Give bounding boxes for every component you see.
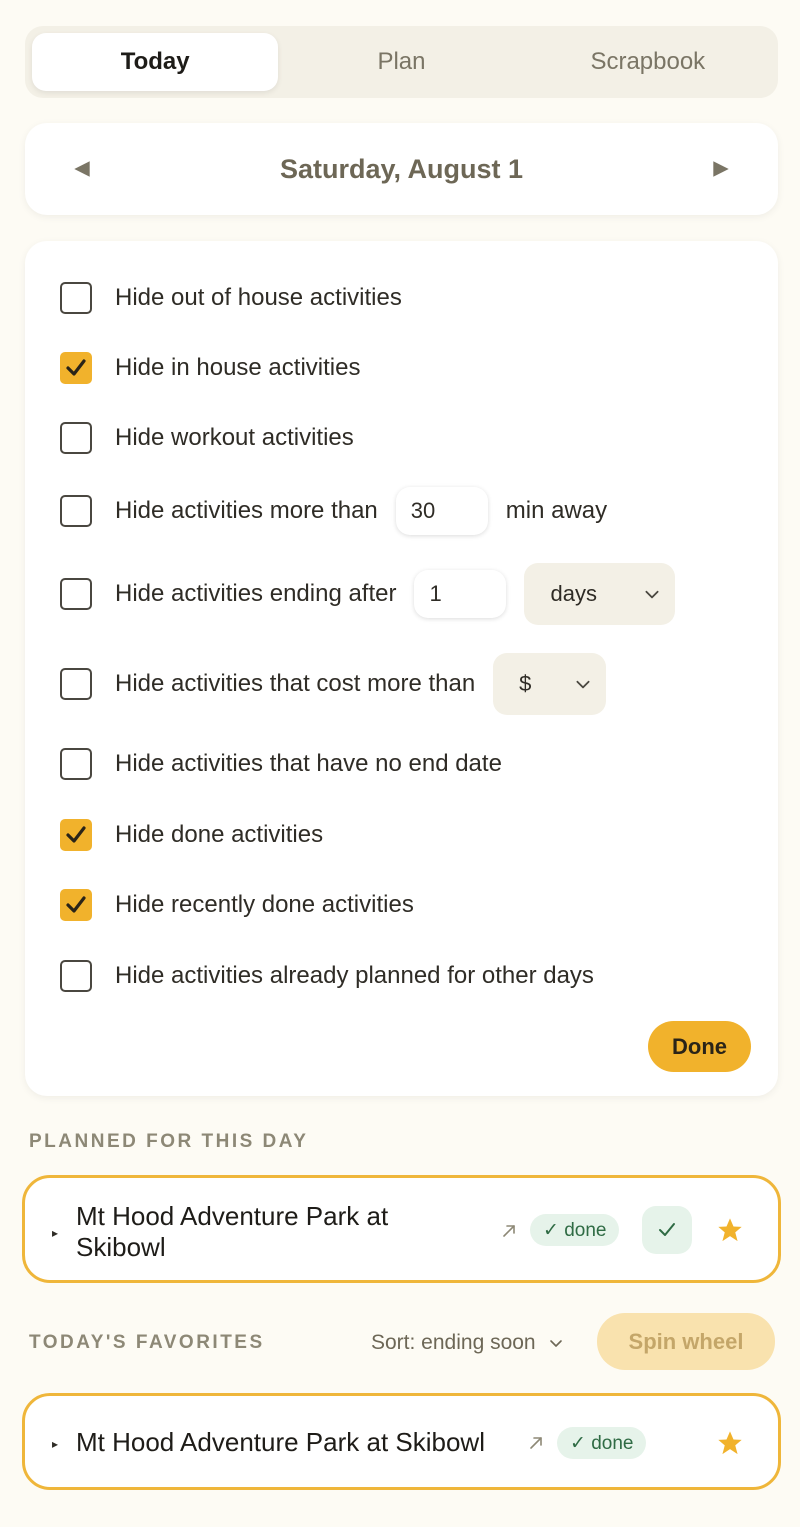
external-link-icon[interactable] [527,1434,545,1452]
filter-no-end-date: Hide activities that have no end date [60,744,502,784]
ending-after-input[interactable] [414,570,507,618]
filter-label: Hide out of house activities [115,284,402,311]
spin-wheel-button[interactable]: Spin wheel [597,1313,775,1370]
planned-section-label: PLANNED FOR THIS DAY [29,1131,309,1152]
checkbox-in-house[interactable] [60,352,92,384]
distance-minutes-input[interactable] [395,487,488,535]
checkmark-icon [66,826,86,843]
checkbox-cost[interactable] [60,668,92,700]
filter-label: Hide workout activities [115,424,354,451]
filter-panel: Hide out of house activities Hide in hou… [25,241,778,1096]
filter-cost: Hide activities that cost more than $ [60,653,607,715]
checkbox-planned-other-days[interactable] [60,960,92,992]
select-value: $ [519,671,532,696]
checkbox-no-end-date[interactable] [60,748,92,780]
filter-label: Hide activities already planned for othe… [115,962,594,989]
tab-bar: Today Plan Scrapbook [25,26,778,98]
previous-day-button[interactable] [69,156,95,182]
triangle-left-icon [74,161,90,177]
filter-done: Hide done activities [60,815,323,855]
checkmark-icon [66,359,86,376]
mark-done-button[interactable] [642,1206,692,1254]
date-navigator: Saturday, August 1 [25,123,778,215]
tab-scrapbook[interactable]: Scrapbook [525,33,771,91]
checkbox-ending-after[interactable] [60,578,92,610]
favorite-activity-card[interactable]: ▸ Mt Hood Adventure Park at Skibowl ✓ do… [22,1393,781,1490]
checkbox-distance[interactable] [60,495,92,527]
checkbox-done[interactable] [60,819,92,851]
filter-planned-other-days: Hide activities already planned for othe… [60,956,594,996]
filter-label: Hide in house activities [115,354,361,381]
filter-label: Hide activities that cost more than [115,670,476,697]
activity-title: Mt Hood Adventure Park at Skibowl [76,1427,485,1457]
tab-today[interactable]: Today [32,33,279,91]
checkbox-recently-done[interactable] [60,889,92,921]
star-icon[interactable] [716,1216,744,1244]
done-badge: ✓ done [530,1214,620,1246]
activity-title-line: Mt Hood Adventure Park at [76,1201,389,1231]
next-day-button[interactable] [708,156,734,182]
expand-caret-icon[interactable]: ▸ [52,1437,58,1451]
chevron-down-icon [549,1340,562,1347]
star-icon[interactable] [716,1429,744,1457]
tab-plan[interactable]: Plan [278,33,524,91]
checkmark-icon [66,896,86,913]
filter-label: Hide activities ending after [115,580,397,607]
select-value: days [550,581,597,606]
activity-title-line: Skibowl [76,1232,166,1262]
done-badge: ✓ done [557,1427,647,1459]
filter-recently-done: Hide recently done activities [60,885,414,925]
filter-label: Hide activities that have no end date [115,750,502,777]
filter-label: Hide recently done activities [115,891,414,918]
filter-label: Hide activities more than [115,497,378,524]
sort-dropdown[interactable]: Sort: ending soon [371,1330,564,1356]
filter-label: Hide done activities [115,821,324,848]
done-button[interactable]: Done [648,1021,751,1072]
distance-suffix: min away [505,497,608,524]
check-icon [659,1223,675,1236]
chevron-down-icon [576,680,590,689]
filter-out-of-house: Hide out of house activities [60,278,402,318]
ending-after-unit-select[interactable]: days [524,563,676,625]
planned-activity-card[interactable]: ▸ Mt Hood Adventure Park at Skibowl ✓ do… [22,1175,781,1283]
expand-caret-icon[interactable]: ▸ [52,1226,58,1240]
filter-workout: Hide workout activities [60,418,354,458]
activity-title: Mt Hood Adventure Park at Skibowl [76,1201,476,1263]
filter-in-house: Hide in house activities [60,348,360,388]
filter-distance: Hide activities more than min away [60,487,608,535]
chevron-down-icon [645,590,660,599]
page: Today Plan Scrapbook Saturday, August 1 … [0,0,800,1527]
cost-select[interactable]: $ [493,653,607,715]
external-link-icon[interactable] [500,1222,518,1240]
favorites-section-label: TODAY'S FAVORITES [29,1332,265,1353]
checkbox-workout[interactable] [60,422,92,454]
filter-ending-after: Hide activities ending after days [60,563,676,625]
sort-label: Sort: ending soon [371,1331,536,1354]
checkbox-out-of-house[interactable] [60,282,92,314]
triangle-right-icon [713,161,729,177]
current-date: Saturday, August 1 [279,153,524,184]
